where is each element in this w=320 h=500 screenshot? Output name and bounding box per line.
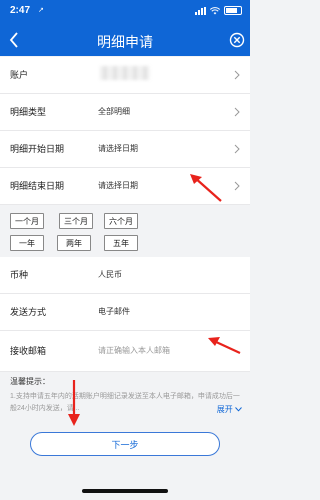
status-bar: 2:47 ↗: [0, 0, 250, 24]
period-button[interactable]: 两年: [57, 235, 91, 251]
chevron-right-icon: [234, 181, 240, 191]
start-date-value: 请选择日期: [98, 144, 138, 153]
send-method-value: 电子邮件: [98, 307, 130, 316]
type-value: 全部明细: [98, 107, 130, 116]
account-value-blurred: [100, 66, 150, 80]
end-date-value: 请选择日期: [98, 181, 138, 190]
chevron-right-icon: [234, 107, 240, 117]
chevron-down-icon: [235, 407, 242, 412]
status-time: 2:47: [10, 5, 31, 16]
nav-bar: 明细申请: [0, 24, 250, 56]
close-button[interactable]: [228, 31, 246, 49]
send-method-row: 发送方式 电子邮件: [0, 294, 250, 331]
chevron-right-icon: [234, 144, 240, 154]
account-label: 账户: [10, 70, 29, 80]
currency-label: 币种: [10, 270, 29, 280]
end-date-label: 明细结束日期: [10, 181, 65, 191]
account-row[interactable]: 账户: [0, 57, 250, 94]
page-title: 明细申请: [97, 34, 153, 50]
expand-link[interactable]: 展开: [217, 404, 242, 415]
notice-title: 温馨提示：: [10, 377, 50, 386]
period-button[interactable]: 六个月: [104, 213, 138, 229]
end-date-row[interactable]: 明细结束日期 请选择日期: [0, 168, 250, 205]
chevron-right-icon: [234, 70, 240, 80]
next-button[interactable]: 下一步: [30, 432, 220, 456]
currency-row: 币种 人民币: [0, 257, 250, 294]
period-button[interactable]: 三个月: [59, 213, 93, 229]
type-row[interactable]: 明细类型 全部明细: [0, 94, 250, 131]
location-arrow-icon: ↗: [38, 7, 44, 14]
wifi-icon: [210, 6, 220, 14]
type-label: 明细类型: [10, 107, 47, 117]
home-indicator: [82, 489, 168, 493]
battery-icon: [224, 6, 242, 15]
email-input[interactable]: 请正确输入本人邮箱: [98, 345, 170, 356]
email-label: 接收邮箱: [10, 346, 47, 356]
send-method-label: 发送方式: [10, 307, 47, 317]
currency-value: 人民币: [98, 270, 122, 279]
notice-text: 1.支持申请五年内的活期账户明细记录发送至本人电子邮箱，申请成功后一般24小时内…: [10, 393, 240, 412]
start-date-label: 明细开始日期: [10, 144, 65, 154]
status-icons: [195, 6, 242, 15]
email-row[interactable]: 接收邮箱 请正确输入本人邮箱: [0, 331, 250, 372]
expand-label: 展开: [216, 405, 233, 414]
period-button[interactable]: 五年: [104, 235, 138, 251]
detail-form: 账户 明细类型 全部明细 明细开始日期 请选择日期 明细结束日期 请选择日期 一…: [0, 57, 250, 372]
period-button[interactable]: 一个月: [10, 213, 44, 229]
signal-icon: [195, 6, 206, 15]
period-button[interactable]: 一年: [10, 235, 44, 251]
page: 2:47 ↗ 明细申请 账户 明细类型 全部明细 明细开始日期 请选择日期 明细…: [0, 0, 250, 500]
period-shortcuts: 一个月 三个月 六个月 一年 两年 五年: [0, 205, 250, 257]
start-date-row[interactable]: 明细开始日期 请选择日期: [0, 131, 250, 168]
